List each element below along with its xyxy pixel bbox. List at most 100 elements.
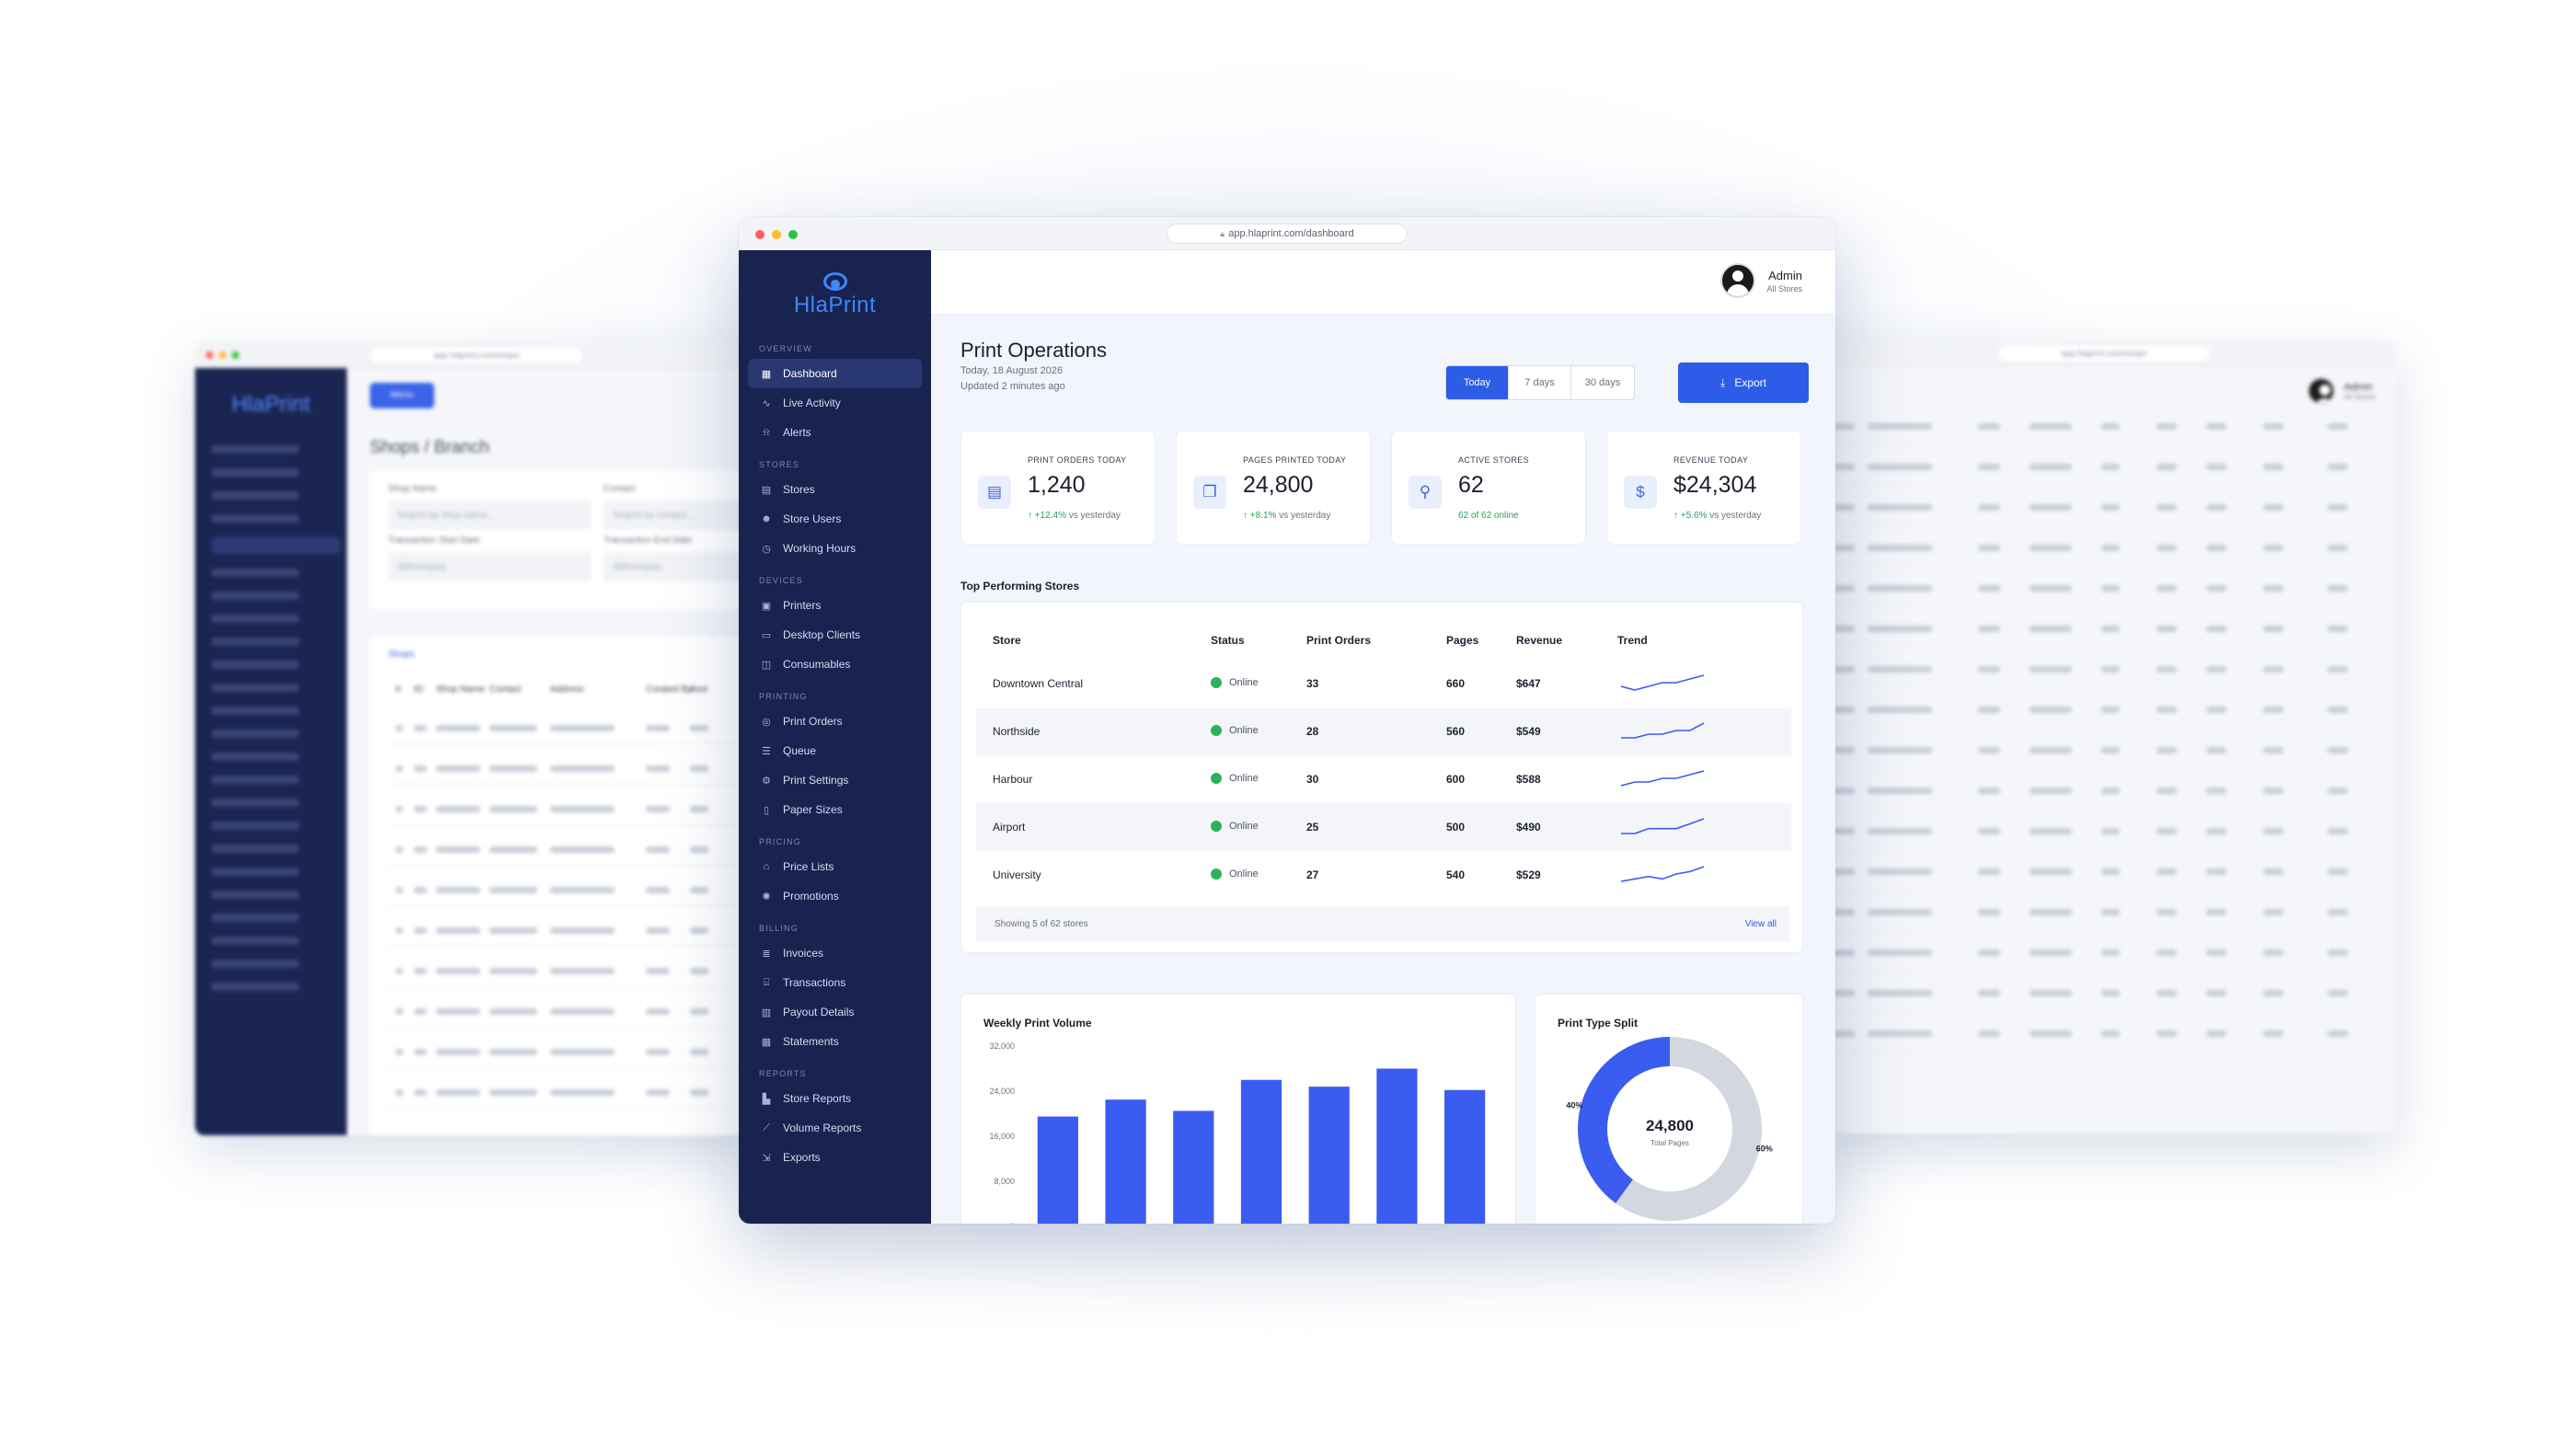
bg-row-divider bbox=[1812, 767, 2396, 768]
column-header-store: Store bbox=[993, 634, 1021, 647]
dashboard-window: 🔒︎ app.hlaprint.com/dashboard HlaPrint OV… bbox=[739, 217, 1835, 1224]
sidebar-item-invoices[interactable]: ≣ Invoices bbox=[748, 938, 922, 968]
sidebar-item-label: Live Activity bbox=[783, 397, 841, 409]
user-menu[interactable]: Admin All Stores bbox=[1720, 263, 1802, 298]
bg-row-divider bbox=[1812, 727, 2396, 728]
range-option-7-days[interactable]: 7 days bbox=[1509, 366, 1571, 399]
sidebar-item-store-reports[interactable]: ▙ Store Reports bbox=[748, 1084, 922, 1113]
sidebar-item-volume-reports[interactable]: ⟋ Volume Reports bbox=[748, 1113, 922, 1143]
kpi-label: PAGES PRINTED TODAY bbox=[1243, 455, 1347, 465]
store-name: Northside bbox=[976, 707, 1210, 755]
sidebar-item-live-activity[interactable]: ∿ Live Activity bbox=[748, 388, 922, 418]
bg-cell-placeholder bbox=[2328, 1030, 2348, 1037]
sidebar-item-print-orders[interactable]: ◎ Print Orders bbox=[748, 707, 922, 736]
trend-cell bbox=[1616, 755, 1791, 803]
sidebar-item-transactions[interactable]: ⌸ Transactions bbox=[748, 968, 922, 997]
sidebar-item-label: Working Hours bbox=[783, 542, 857, 555]
table-row[interactable]: Downtown Central Online 33 660 $647 bbox=[976, 660, 1791, 707]
table-footer: Showing 5 of 62 stores View all bbox=[976, 906, 1789, 941]
sidebar-item-queue[interactable]: ☰ Queue bbox=[748, 736, 922, 765]
bar-sat[interactable] bbox=[1037, 1116, 1078, 1224]
user-scope: All Stores bbox=[1766, 283, 1802, 293]
bg-cell-placeholder bbox=[2263, 990, 2283, 996]
bg-cell-placeholder bbox=[2101, 869, 2120, 875]
store-icon: ▤ bbox=[761, 484, 772, 496]
top-stores-card: Store Status Print Orders Pages Revenue Trend… bbox=[960, 602, 1803, 953]
bg-cell-placeholder bbox=[1868, 1030, 1932, 1037]
print-orders-value: 28 bbox=[1305, 707, 1445, 755]
showing-count: Showing 5 of 62 stores bbox=[995, 918, 1088, 929]
bg-cell-placeholder bbox=[414, 968, 427, 974]
bg-cell-placeholder bbox=[690, 887, 708, 893]
sidebar-item-exports[interactable]: ⇲ Exports bbox=[748, 1143, 922, 1172]
export-button[interactable]: ⤓ Export bbox=[1678, 362, 1809, 403]
export-label: Export bbox=[1734, 376, 1766, 389]
bg-cell-placeholder bbox=[646, 887, 670, 893]
bar-thu[interactable] bbox=[1376, 1068, 1418, 1225]
table-row[interactable]: University Online 27 540 $529 bbox=[976, 851, 1791, 899]
table-row[interactable]: Northside Online 28 560 $549 bbox=[976, 707, 1791, 755]
monitor-icon: ▭ bbox=[761, 629, 772, 641]
bg-cell-placeholder bbox=[2263, 504, 2283, 511]
bar-sun[interactable] bbox=[1105, 1099, 1146, 1224]
sidebar-item-dashboard[interactable]: ▦ Dashboard bbox=[748, 359, 922, 388]
top-bar: Admin All Stores bbox=[931, 250, 1835, 315]
sidebar-item-label: Print Settings bbox=[783, 774, 849, 787]
bg-cell-placeholder bbox=[550, 725, 615, 731]
bg-filter-card: Shop Name Search by shop name... Contact… bbox=[370, 471, 758, 609]
sidebar-item-working-hours[interactable]: ◷ Working Hours bbox=[748, 534, 922, 563]
status-badge: Online bbox=[1211, 820, 1259, 832]
table-row[interactable]: Harbour Online 30 600 $588 bbox=[976, 755, 1791, 803]
bg-table-divider bbox=[386, 1108, 758, 1109]
nav-group-reports: REPORTS ▙ Store Reports ⟋ Volume Reports ⇲ Exp… bbox=[739, 1064, 931, 1172]
range-option-30-days[interactable]: 30 days bbox=[1571, 366, 1634, 399]
bar-tue[interactable] bbox=[1240, 1079, 1282, 1224]
brand-logo[interactable]: HlaPrint bbox=[739, 272, 931, 318]
sidebar-item-store-users[interactable]: ☻ Store Users bbox=[748, 504, 922, 534]
bg-left-url: app.hlaprint.com/shops bbox=[371, 348, 582, 362]
close-window-button[interactable] bbox=[755, 230, 765, 239]
bg-cell-placeholder bbox=[646, 725, 670, 731]
kpi-value: 62 bbox=[1458, 472, 1484, 498]
bg-cell-placeholder bbox=[1868, 990, 1932, 996]
bar-wed[interactable] bbox=[1308, 1087, 1350, 1224]
sidebar-item-payout-details[interactable]: ▥ Payout Details bbox=[748, 997, 922, 1027]
status-cell: Online bbox=[1210, 803, 1305, 851]
nav-section-title: BILLING bbox=[759, 924, 799, 933]
sidebar-item-paper-sizes[interactable]: ▯ Paper Sizes bbox=[748, 795, 922, 824]
bg-cell-placeholder bbox=[690, 927, 708, 934]
gear-badge-icon: ✺ bbox=[762, 891, 771, 903]
nav-section-title: STORES bbox=[759, 460, 800, 469]
sidebar-item-stores[interactable]: ▤ Stores bbox=[748, 475, 922, 504]
sidebar-item-print-settings[interactable]: ⚙ Print Settings bbox=[748, 765, 922, 795]
column-header-revenue: Revenue bbox=[1516, 634, 1563, 647]
bg-cell-placeholder bbox=[396, 806, 403, 812]
bg-cell-placeholder bbox=[646, 927, 670, 934]
bg-cell-placeholder bbox=[1978, 990, 2000, 996]
bg-cell-placeholder bbox=[2263, 949, 2283, 956]
sidebar-item-price-lists[interactable]: ⌂ Price Lists bbox=[748, 852, 922, 881]
table-row[interactable]: Airport Online 25 500 $490 bbox=[976, 803, 1791, 851]
view-all-link[interactable]: View all bbox=[1745, 919, 1777, 929]
bg-cell-placeholder bbox=[2156, 788, 2177, 794]
maximize-window-button[interactable] bbox=[788, 230, 798, 239]
bar-mon[interactable] bbox=[1173, 1110, 1214, 1224]
sidebar-item-statements[interactable]: ▦ Statements bbox=[748, 1027, 922, 1056]
sidebar-item-alerts[interactable]: ⍾ Alerts bbox=[748, 418, 922, 447]
bar-fri[interactable] bbox=[1444, 1089, 1486, 1224]
sidebar-item-desktop-clients[interactable]: ▭ Desktop Clients bbox=[748, 620, 922, 650]
address-bar[interactable]: 🔒︎ app.hlaprint.com/dashboard bbox=[1167, 224, 1408, 244]
invoice-icon: ≣ bbox=[762, 948, 771, 960]
sidebar-item-printers[interactable]: ▣ Printers bbox=[748, 591, 922, 620]
bg-cell-placeholder bbox=[489, 846, 537, 853]
sidebar-item-promotions[interactable]: ✺ Promotions bbox=[748, 881, 922, 911]
sidebar-item-label: Alerts bbox=[783, 426, 811, 439]
bg-right-avatar bbox=[2306, 377, 2335, 405]
minimize-window-button[interactable] bbox=[772, 230, 781, 239]
bg-cell-placeholder bbox=[489, 887, 537, 893]
sidebar-item-consumables[interactable]: ◫ Consumables bbox=[748, 650, 922, 679]
settings-icon: ⚙ bbox=[762, 775, 771, 787]
nav-group-devices: DEVICES ▣ Printers ▭ Desktop Clients ◫ Consuma… bbox=[739, 570, 931, 679]
range-option-today[interactable]: Today bbox=[1446, 366, 1509, 399]
bg-cell-placeholder bbox=[646, 968, 670, 974]
